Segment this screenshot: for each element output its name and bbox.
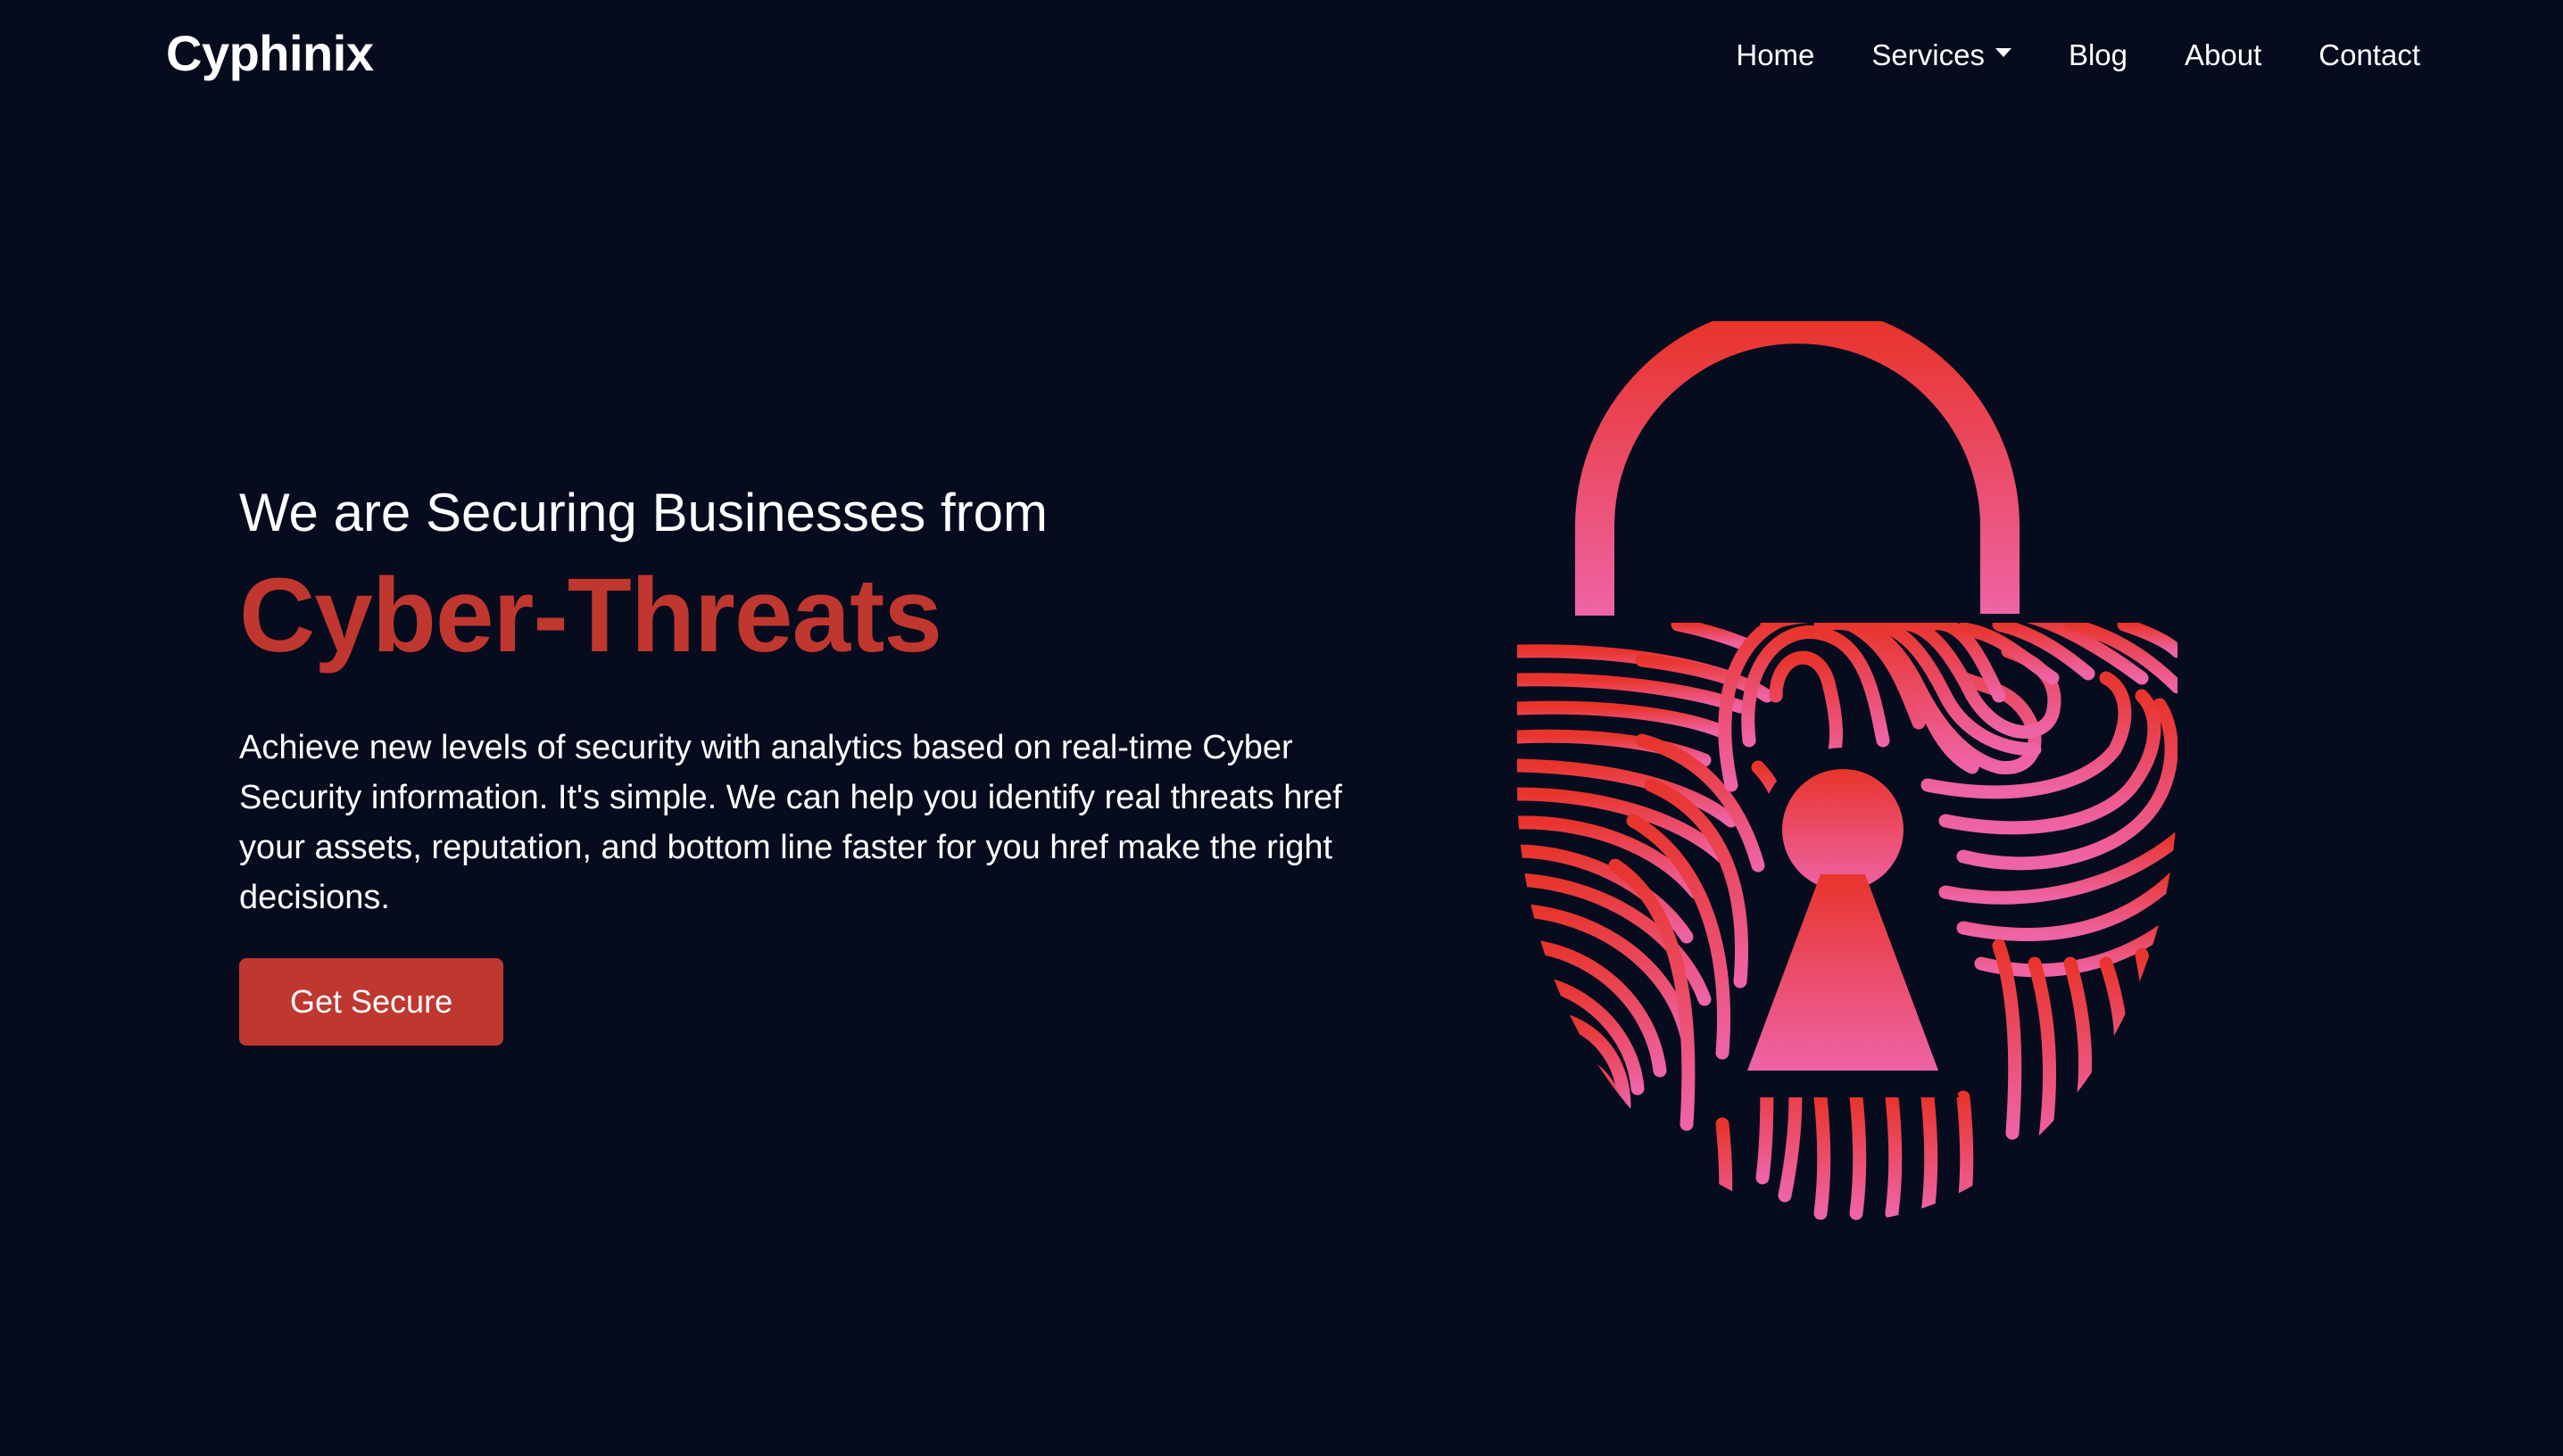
nav-contact-link[interactable]: Contact (2318, 32, 2420, 79)
hero-section: We are Securing Businesses from Cyber-Th… (239, 473, 1399, 1046)
hero-illustration (1499, 321, 2195, 1231)
nav-about-link[interactable]: About (2185, 32, 2261, 79)
hero-description: Achieve new levels of security with anal… (239, 729, 1342, 916)
nav-services-dropdown[interactable]: Services (1871, 32, 2011, 79)
padlock-shackle (1575, 321, 2020, 616)
nav-services-label: Services (1871, 38, 1985, 71)
fingerprint-padlock-icon (1517, 321, 2177, 1222)
landing-page: Cyphinix Home Services Blog About Contac… (0, 0, 2563, 1456)
hero-subtitle: We are Securing Businesses from (239, 483, 1048, 542)
caret-down-icon (1995, 48, 2011, 57)
hero-headline: Cyber-Threats (239, 557, 942, 674)
nav-home-link[interactable]: Home (1736, 32, 1814, 79)
nav-links: Home Services Blog About Contact (1736, 32, 2420, 79)
keyhole-shape (1747, 769, 1938, 1071)
brand-logo[interactable]: Cyphinix (166, 23, 374, 84)
nav-blog-link[interactable]: Blog (2069, 32, 2128, 79)
navbar: Cyphinix Home Services Blog About Contac… (0, 0, 2563, 111)
get-secure-button[interactable]: Get Secure (239, 958, 504, 1046)
